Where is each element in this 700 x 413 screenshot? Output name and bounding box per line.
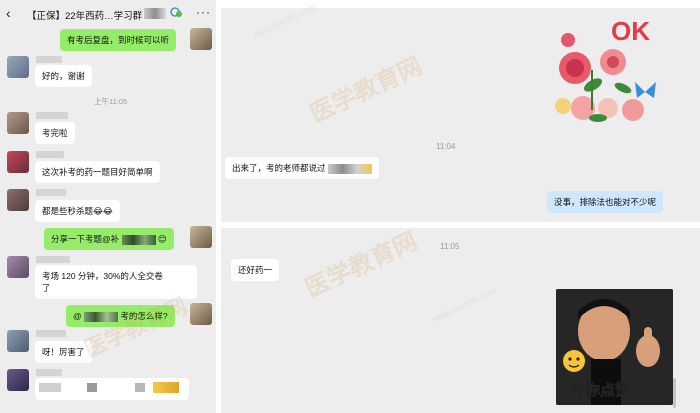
message-text: 考的怎么样?: [120, 311, 168, 321]
timestamp: 11:04: [436, 142, 456, 151]
avatar[interactable]: [190, 303, 212, 325]
avatar[interactable]: [7, 189, 29, 211]
chat-panel-left: ‹ 【正保】22年西药…学习群 ··· 有考后复盘，到时候可以听 好的，谢谢 上…: [0, 0, 216, 413]
praise-sticker[interactable]: 为你点赞: [556, 289, 673, 405]
message-bubble[interactable]: 好的，谢谢: [35, 65, 92, 87]
ok-text: OK: [611, 16, 650, 46]
message-text: 分享一下考题@补: [51, 234, 120, 244]
mention-mosaic: [84, 311, 119, 322]
scrollbar[interactable]: [673, 378, 676, 408]
sender-name: [36, 256, 70, 263]
message-bubble[interactable]: 都是些秒杀题😂😂: [35, 200, 120, 222]
message-bubble[interactable]: 还好药一: [231, 259, 280, 281]
message-bubble[interactable]: 考完啦: [35, 122, 75, 144]
top-strip: [221, 0, 700, 8]
message-text: 考场 120 分钟，30%的人全交卷: [42, 271, 163, 281]
avatar[interactable]: [7, 369, 29, 391]
message-bubble[interactable]: 没事，排除法也能对不少呢: [547, 191, 664, 213]
avatar[interactable]: [7, 56, 29, 78]
more-options-button[interactable]: ···: [196, 5, 211, 19]
sender-name: [36, 56, 62, 63]
message-text: @: [73, 311, 82, 321]
chat-title: 【正保】22年西药…学习群: [27, 11, 143, 22]
rose-icon: [555, 33, 644, 121]
butterfly-icon: [635, 82, 656, 98]
timestamp: 上午11:05: [94, 97, 128, 106]
message-bubble[interactable]: 考场 120 分钟，30%的人全交卷 了: [35, 265, 197, 299]
chat-panel-right: OK 11:04 出来了，考的老师都说过 没事，排除法也能对不少呢 11:05 …: [221, 0, 700, 413]
message-bubble[interactable]: 这次补考的药一题目好简单啊: [35, 161, 160, 183]
message-bubble[interactable]: 分享一下考题@补 😊: [44, 228, 174, 250]
message-text: 出来了，考的老师都说过: [232, 163, 326, 173]
text-mosaic: [327, 163, 372, 174]
message-bubble[interactable]: 出来了，考的老师都说过: [225, 157, 379, 179]
ok-rose-sticker[interactable]: OK: [553, 10, 671, 125]
avatar[interactable]: [7, 256, 29, 278]
message-bubble[interactable]: 有考后复盘，到时候可以听: [60, 29, 177, 51]
avatar[interactable]: [7, 151, 29, 173]
avatar[interactable]: [7, 330, 29, 352]
message-bubble-redacted[interactable]: [35, 378, 189, 400]
message-text: 了: [42, 283, 51, 293]
mention-mosaic: [121, 234, 156, 245]
separator-band: [221, 222, 700, 228]
praise-text: 为你点赞: [570, 382, 631, 400]
sender-name: [36, 369, 62, 376]
title-mosaic: [144, 8, 166, 19]
sender-name: [36, 151, 64, 158]
avatar[interactable]: [7, 112, 29, 134]
message-bubble[interactable]: @ 考的怎么样?: [66, 305, 175, 327]
avatar[interactable]: [190, 226, 212, 248]
emoji: 😊: [157, 234, 167, 244]
sender-name: [36, 330, 66, 337]
message-bubble[interactable]: 呀！厉害了: [35, 341, 92, 363]
sender-name: [36, 189, 66, 196]
chat-header: ‹ 【正保】22年西药…学习群 ···: [0, 0, 216, 28]
group-icon: [170, 7, 182, 17]
timestamp: 11:05: [440, 242, 460, 251]
avatar[interactable]: [190, 28, 212, 50]
chevron-left-icon[interactable]: ‹: [6, 6, 18, 20]
sender-name: [36, 112, 68, 119]
